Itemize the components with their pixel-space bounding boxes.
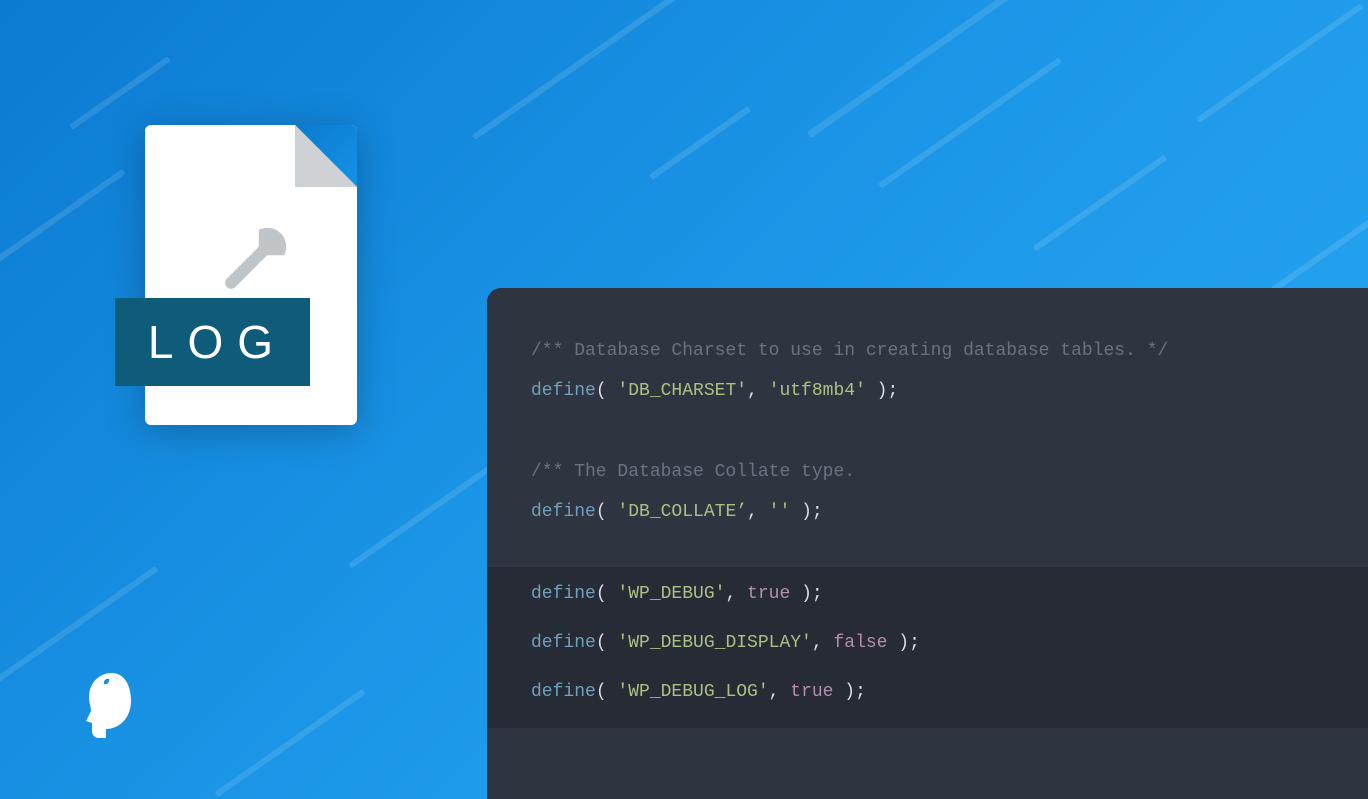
code-comment: /** The Database Collate type. [531, 459, 1324, 486]
highlighted-code-block: define( 'WP_DEBUG', true ); define( 'WP_… [487, 567, 1368, 728]
code-comment: /** Database Charset to use in creating … [531, 338, 1324, 365]
log-badge: LOG [115, 298, 310, 386]
code-line-define-wpdebugdisplay: define( 'WP_DEBUG_DISPLAY', false ); [531, 630, 1324, 657]
code-line-define-collate: define( 'DB_COLLATE’, '' ); [531, 499, 1324, 526]
code-line-define-wpdebug: define( 'WP_DEBUG', true ); [531, 581, 1324, 608]
code-line-define-wpdebuglog: define( 'WP_DEBUG_LOG', true ); [531, 679, 1324, 706]
code-editor-panel: /** Database Charset to use in creating … [487, 288, 1368, 799]
brand-head-icon [82, 669, 138, 741]
log-file-icon: LOG [145, 125, 357, 425]
code-line-define-charset: define( 'DB_CHARSET', 'utf8mb4' ); [531, 378, 1324, 405]
log-badge-label: LOG [138, 315, 287, 369]
file-fold [295, 125, 357, 187]
